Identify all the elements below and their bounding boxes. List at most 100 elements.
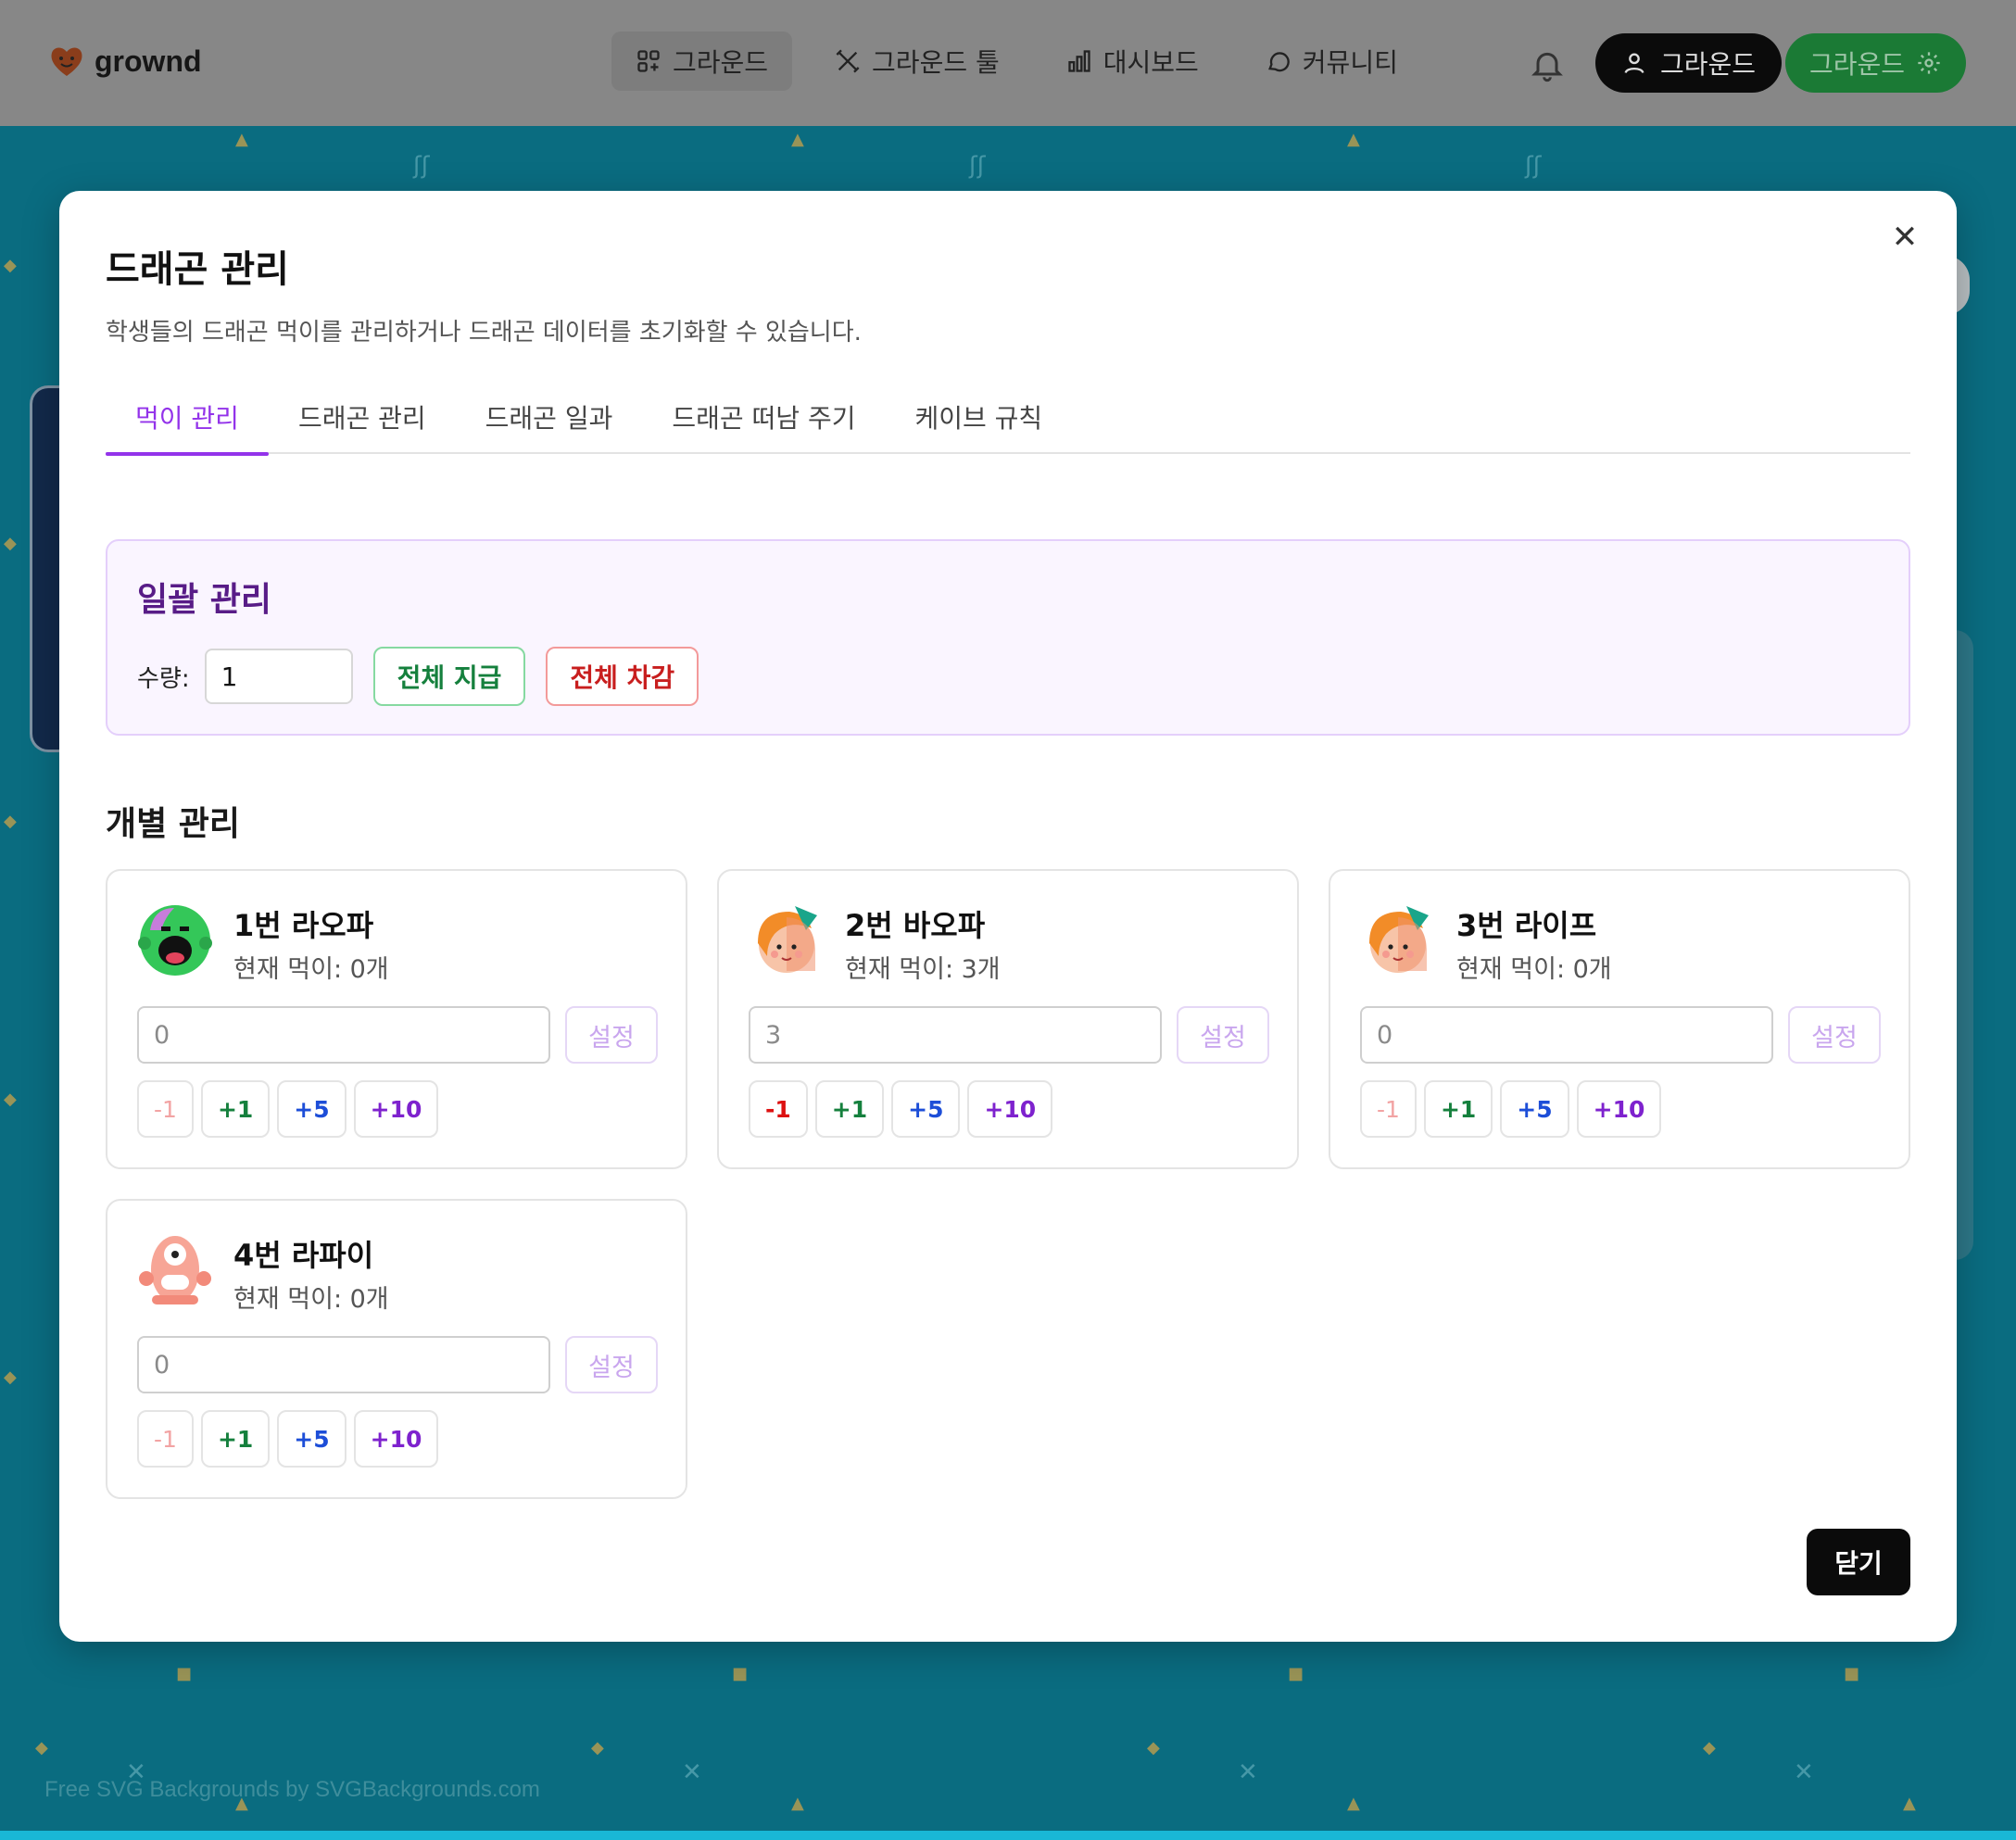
close-icon[interactable]: ✕ — [1890, 221, 1920, 253]
pattern-diamond: ◆ — [4, 256, 17, 275]
pattern-squiggle: ʃʃ — [413, 152, 430, 180]
nav-item-label: 그라운드 — [673, 47, 769, 78]
food-step-buttons: -1 +1 +5 +10 — [137, 1410, 439, 1468]
tab-dragon-management[interactable]: 드래곤 관리 — [269, 380, 456, 454]
set-food-button[interactable]: 설정 — [1788, 1006, 1881, 1064]
plus-5-button[interactable]: +5 — [1500, 1080, 1569, 1138]
food-step-buttons: -1 +1 +5 +10 — [749, 1080, 1053, 1138]
orange-hair-girl-avatar — [1369, 906, 1429, 973]
tab-dragon-routine[interactable]: 드래곤 일과 — [456, 380, 643, 454]
tab-dragon-leave-cycle[interactable]: 드래곤 떠남 주기 — [642, 380, 885, 454]
plus-10-button[interactable]: +10 — [1576, 1080, 1662, 1138]
tab-cave-rules[interactable]: 케이브 규칙 — [885, 380, 1072, 454]
plus-1-button[interactable]: +1 — [200, 1410, 271, 1468]
nav-item-label: 커뮤니티 — [1302, 47, 1398, 78]
set-food-button[interactable]: 설정 — [565, 1336, 658, 1393]
pattern-square: ■ — [732, 1664, 749, 1683]
dragon-management-modal: ✕ 드래곤 관리 학생들의 드래곤 먹이를 관리하거나 드래곤 데이터를 초기화… — [59, 191, 1957, 1642]
plus-5-button[interactable]: +5 — [891, 1080, 961, 1138]
chat-bubble-icon — [1267, 52, 1290, 72]
heart-logo-icon — [51, 47, 82, 76]
give-all-button[interactable]: 전체 지급 — [372, 647, 526, 706]
nav-item-community[interactable]: 커뮤니티 — [1241, 32, 1422, 91]
student-name: 2번 바오파 — [845, 908, 986, 943]
current-food: 현재 먹이: 0개 — [233, 955, 389, 984]
pattern-diamond: ◆ — [1147, 1738, 1160, 1758]
ground-button-label: 그라운드 — [1809, 49, 1906, 80]
pink-cyclops-avatar — [139, 1236, 211, 1304]
nav-item-dashboard[interactable]: 대시보드 — [1042, 32, 1223, 91]
pattern-cross: ✕ — [682, 1758, 702, 1786]
minus-1-button[interactable]: -1 — [137, 1410, 194, 1468]
food-step-buttons: -1 +1 +5 +10 — [1360, 1080, 1662, 1138]
top-header: grownd 그라운드 그라운드 툴 대시보드 커뮤니티 그라운드 그라운드 — [0, 0, 2016, 126]
tools-icon — [836, 49, 860, 73]
food-amount-input[interactable]: 0 — [1360, 1006, 1773, 1064]
nav-item-ground-tools[interactable]: 그라운드 툴 — [811, 32, 1024, 91]
pattern-triangle: ▲ — [1903, 1794, 1916, 1813]
pattern-triangle: ▲ — [1347, 130, 1360, 149]
gear-icon — [1918, 52, 1940, 74]
tab-food-management[interactable]: 먹이 관리 — [106, 380, 269, 456]
plus-5-button[interactable]: +5 — [277, 1080, 346, 1138]
student-card: 2번 바오파 현재 먹이: 3개 3 설정 -1 +1 +5 +10 — [717, 869, 1299, 1169]
plus-1-button[interactable]: +1 — [1423, 1080, 1493, 1138]
set-food-button[interactable]: 설정 — [565, 1006, 658, 1064]
pattern-triangle: ▲ — [235, 130, 248, 149]
take-all-button[interactable]: 전체 차감 — [546, 647, 699, 706]
orange-hair-girl-avatar — [758, 906, 817, 973]
quantity-input[interactable]: 1 — [204, 649, 353, 704]
modal-description: 학생들의 드래곤 먹이를 관리하거나 드래곤 데이터를 초기화할 수 있습니다. — [106, 319, 862, 347]
nav-item-label: 그라운드 툴 — [872, 47, 1000, 78]
logo[interactable]: grownd — [48, 43, 202, 80]
current-food: 현재 먹이: 3개 — [845, 955, 1001, 984]
user-icon — [1624, 53, 1644, 74]
modal-title: 드래곤 관리 — [106, 248, 289, 291]
bar-chart-icon — [1068, 50, 1090, 72]
quantity-label: 수량: — [137, 664, 190, 693]
background-panel-edge — [1955, 630, 1973, 1260]
green-zombie-avatar — [138, 905, 212, 976]
bell-icon[interactable] — [1529, 46, 1566, 83]
pattern-diamond: ◆ — [4, 534, 17, 553]
set-food-button[interactable]: 설정 — [1177, 1006, 1269, 1064]
close-button[interactable]: 닫기 — [1807, 1529, 1910, 1595]
bulk-management-panel: 일괄 관리 수량: 1 전체 지급 전체 차감 — [106, 539, 1910, 736]
pattern-diamond: ◆ — [4, 812, 17, 831]
pattern-diamond: ◆ — [1703, 1738, 1716, 1758]
food-amount-input[interactable]: 3 — [749, 1006, 1162, 1064]
student-card: 1번 라오파 현재 먹이: 0개 0 설정 -1 +1 +5 +10 — [106, 869, 687, 1169]
background-credit: Free SVG Backgrounds by SVGBackgrounds.c… — [44, 1777, 540, 1802]
ground-settings-button[interactable]: 그라운드 — [1785, 33, 1967, 93]
plus-10-button[interactable]: +10 — [353, 1410, 439, 1468]
student-card: 3번 라이프 현재 먹이: 0개 0 설정 -1 +1 +5 +10 — [1329, 869, 1910, 1169]
pattern-triangle: ▲ — [791, 130, 804, 149]
minus-1-button[interactable]: -1 — [1360, 1080, 1417, 1138]
plus-1-button[interactable]: +1 — [814, 1080, 885, 1138]
pattern-diamond: ◆ — [4, 1090, 17, 1109]
modal-tabs: 먹이 관리 드래곤 관리 드래곤 일과 드래곤 떠남 주기 케이브 규칙 — [106, 380, 1910, 456]
user-menu-button[interactable]: 그라운드 — [1595, 33, 1783, 93]
pattern-square: ■ — [1844, 1664, 1860, 1683]
food-amount-input[interactable]: 0 — [137, 1336, 550, 1393]
user-button-label: 그라운드 — [1660, 49, 1757, 80]
current-food: 현재 먹이: 0개 — [1456, 955, 1612, 984]
background-card-edge — [30, 385, 61, 752]
grid-plus-icon — [637, 50, 660, 72]
logo-text: grownd — [94, 44, 202, 78]
bottom-strip — [0, 1831, 2016, 1840]
food-amount-input[interactable]: 0 — [137, 1006, 550, 1064]
nav-item-ground[interactable]: 그라운드 — [611, 32, 793, 91]
plus-10-button[interactable]: +10 — [967, 1080, 1053, 1138]
plus-1-button[interactable]: +1 — [200, 1080, 271, 1138]
bulk-title: 일괄 관리 — [137, 581, 272, 619]
pattern-diamond: ◆ — [4, 1367, 17, 1387]
plus-10-button[interactable]: +10 — [353, 1080, 439, 1138]
pattern-triangle: ▲ — [1347, 1794, 1360, 1813]
minus-1-button[interactable]: -1 — [749, 1080, 808, 1138]
plus-5-button[interactable]: +5 — [277, 1410, 346, 1468]
bulk-controls: 수량: 1 전체 지급 전체 차감 — [137, 647, 699, 706]
minus-1-button[interactable]: -1 — [137, 1080, 194, 1138]
pattern-squiggle: ʃʃ — [1525, 152, 1542, 180]
student-card: 4번 라파이 현재 먹이: 0개 0 설정 -1 +1 +5 +10 — [106, 1199, 687, 1499]
